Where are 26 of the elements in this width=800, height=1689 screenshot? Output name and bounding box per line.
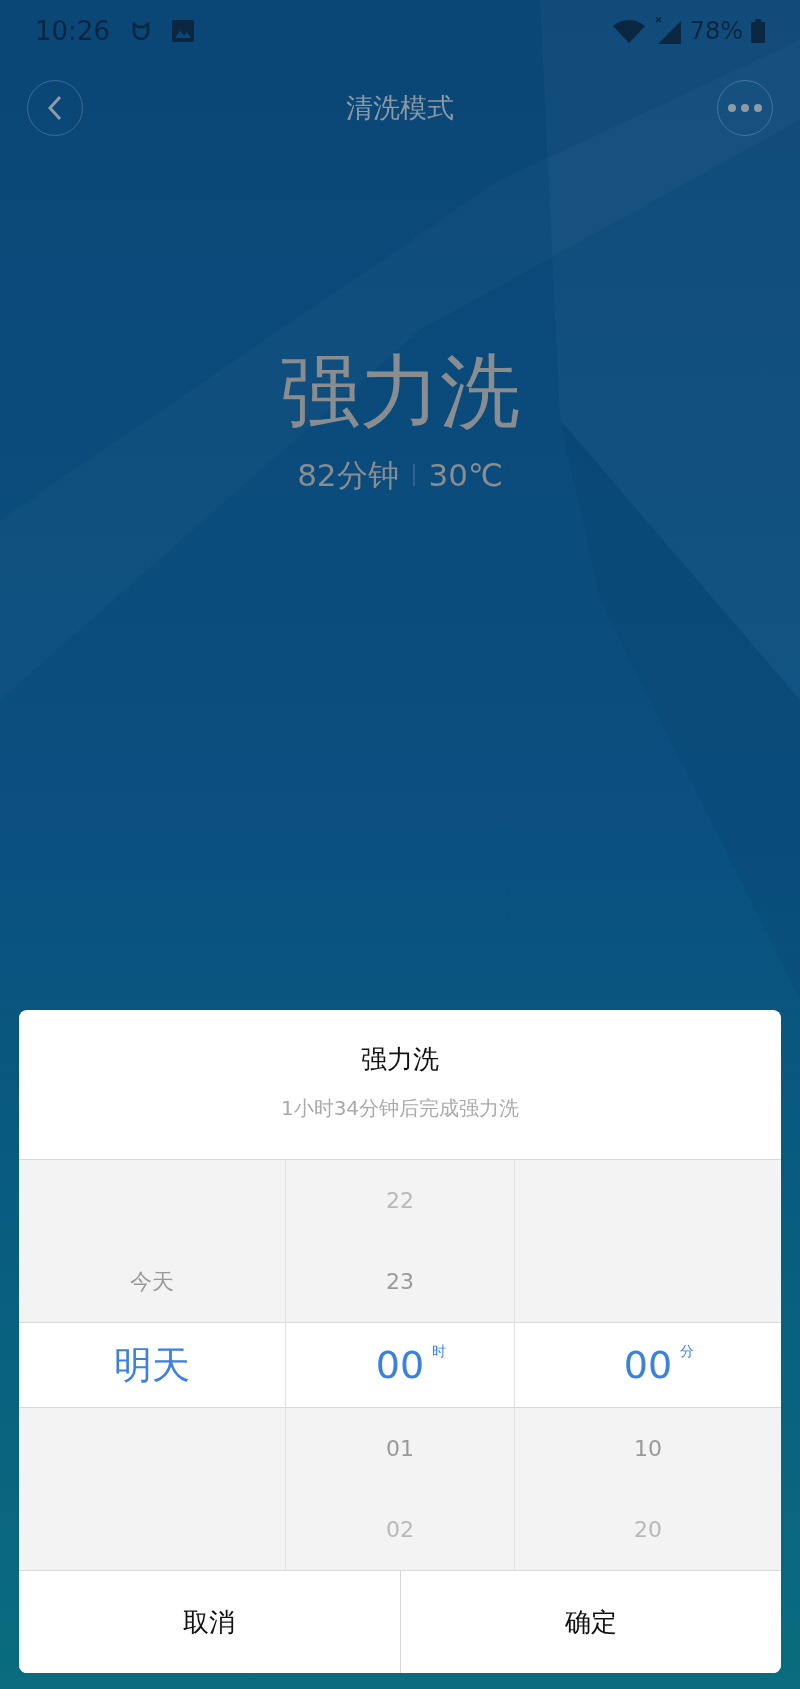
picker-option[interactable]: 00 (623, 1336, 673, 1394)
temperature-text: 30℃ (428, 456, 503, 495)
picker-option[interactable]: 20 (634, 1513, 662, 1546)
picker-option[interactable]: 23 (386, 1265, 414, 1298)
dialog-subtitle: 1小时34分钟后完成强力洗 (280, 1095, 520, 1122)
picker-option[interactable]: 02 (386, 1513, 414, 1546)
duration-text: 82分钟 (297, 456, 399, 495)
wifi-icon (611, 18, 646, 44)
cat-face-icon (131, 22, 150, 40)
confirm-button[interactable]: 确定 (399, 1571, 781, 1673)
picker-option[interactable]: 今天 (130, 1265, 174, 1298)
back-chevron-icon (47, 95, 63, 121)
picker-option[interactable]: 10 (634, 1432, 662, 1465)
picker-option[interactable]: 22 (386, 1184, 414, 1217)
battery-icon (751, 19, 765, 43)
unit-label: 分 (680, 1341, 695, 1361)
picker-option[interactable]: 00 (375, 1336, 425, 1394)
picker-option[interactable]: 01 (386, 1432, 414, 1465)
unit-label: 时 (432, 1341, 447, 1361)
page-title: 清洗模式 (346, 90, 454, 125)
battery-percentage: 78% (689, 16, 743, 47)
image-icon (171, 20, 194, 42)
dialog-title: 强力洗 (361, 1043, 439, 1076)
cellular-signal-icon (653, 17, 682, 45)
mode-name: 强力洗 (280, 344, 520, 440)
picker-option[interactable]: 明天 (114, 1336, 190, 1394)
